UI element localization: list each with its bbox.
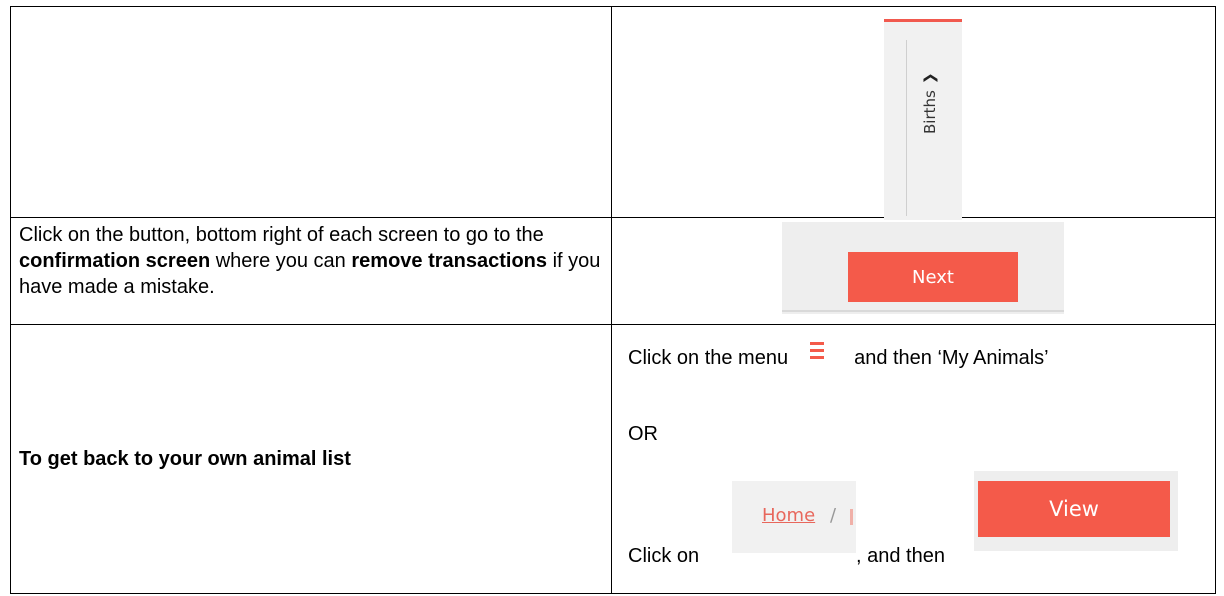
bold-confirmation-screen: confirmation screen (19, 250, 211, 272)
births-cell: Births ❯ (611, 6, 1216, 220)
hamburger-menu-icon[interactable] (810, 342, 825, 359)
text-part: Click on the button, bottom right of eac… (19, 224, 544, 246)
heading-cell: To get back to your own animal list (10, 324, 612, 594)
next-screenshot: Next (782, 222, 1064, 314)
view-button[interactable]: View (978, 481, 1170, 537)
instruction-text: Click on the button, bottom right of eac… (11, 218, 611, 300)
births-tab[interactable]: Births ❯ (884, 19, 962, 220)
text-part: where you can (210, 250, 352, 272)
my-animals-text: and then ‘My Animals’ (854, 347, 1049, 369)
empty-cell (10, 6, 612, 218)
divider (782, 310, 1064, 312)
breadcrumb-home-link[interactable]: Home (762, 505, 815, 526)
and-then-text: , and then (856, 545, 945, 567)
tab-divider (906, 40, 907, 216)
animal-list-heading: To get back to your own animal list (19, 447, 351, 470)
breadcrumb: Home / (732, 481, 856, 553)
next-button[interactable]: Next (848, 252, 1018, 302)
next-cell: Next (611, 217, 1216, 325)
menu-instruction-text: Click on the menu (628, 347, 789, 369)
table-row: To get back to your own animal list Clic… (10, 324, 1216, 594)
click-on-text: Click on (628, 545, 700, 567)
births-label-text: Births (921, 90, 939, 134)
births-tab-label: Births ❯ (918, 54, 942, 134)
breadcrumb-cutoff (850, 509, 853, 525)
navigation-cell: Click on the menu and then ‘My Animals’ … (611, 324, 1216, 594)
view-screenshot: View (974, 471, 1178, 551)
instruction-table: Births ❯ Click on the button, bottom rig… (10, 6, 1216, 594)
bold-remove-transactions: remove transactions (351, 250, 548, 272)
or-text: OR (628, 423, 658, 445)
chevron-right-icon: ❯ (922, 72, 938, 85)
table-row: Births ❯ (10, 6, 1216, 220)
table-row: Click on the button, bottom right of eac… (10, 217, 1216, 325)
menu-instruction: Click on the menu and then ‘My Animals’ (628, 342, 1049, 370)
breadcrumb-instruction: Click on Home / , and then View (628, 471, 1188, 569)
breadcrumb-separator: / (830, 505, 837, 526)
instruction-cell: Click on the button, bottom right of eac… (10, 217, 612, 325)
